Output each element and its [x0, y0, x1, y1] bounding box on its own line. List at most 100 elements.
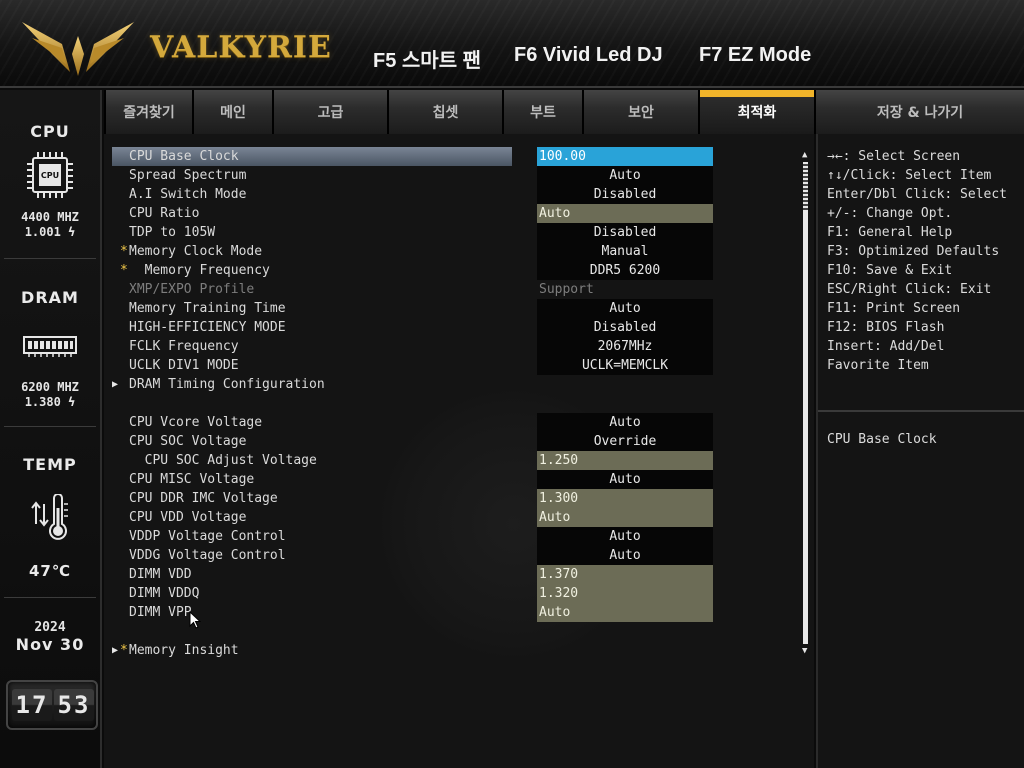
tab-security[interactable]: 보안	[582, 90, 698, 134]
setting-value[interactable]: 1.370	[537, 565, 713, 584]
help-key-line: F1: General Help	[827, 225, 953, 240]
setting-label-text: CPU Base Clock	[129, 149, 239, 164]
modified-star-icon: *	[120, 643, 128, 658]
setting-label-text: CPU Vcore Voltage	[129, 415, 263, 430]
dram-voltage: 1.380 ϟ	[24, 395, 76, 409]
valkyrie-wing-logo-icon	[22, 22, 134, 76]
scrollbar-track[interactable]	[803, 162, 808, 644]
setting-value[interactable]: Auto	[537, 508, 713, 527]
tab-chipset[interactable]: 칩셋	[387, 90, 502, 134]
setting-value[interactable]: Auto	[537, 527, 713, 546]
settings-panel: CPU Base Clock 100.00 Spread Spectrum Auto A…	[104, 134, 814, 768]
help-key-line: F10: Save & Exit	[827, 263, 953, 278]
scroll-down-arrow-icon[interactable]: ▼	[802, 646, 807, 656]
setting-row[interactable]: CPU SOC Adjust Voltage 1.250	[112, 451, 713, 470]
setting-label: Spread Spectrum	[112, 166, 512, 185]
header: VALKYRIE F5 스마트 팬 F6 Vivid Led DJ F7 EZ …	[0, 0, 1024, 88]
setting-value[interactable]: Auto	[537, 470, 713, 489]
setting-value[interactable]: UCLK=MEMCLK	[537, 356, 713, 375]
setting-label: * Memory Clock Mode	[112, 242, 512, 261]
tab-optimization[interactable]: 최적화	[698, 90, 814, 134]
tab-main[interactable]: 메인	[192, 90, 272, 134]
setting-value[interactable]: 1.300	[537, 489, 713, 508]
help-key-line: ESC/Right Click: Exit	[827, 282, 992, 297]
help-panel: →←: Select Screen ↑↓/Click: Select Item En…	[816, 134, 1024, 768]
setting-value[interactable]: Override	[537, 432, 713, 451]
setting-row[interactable]: CPU Base Clock 100.00	[112, 147, 713, 166]
setting-row[interactable]: ▶ DRAM Timing Configuration	[112, 375, 712, 394]
setting-row[interactable]: * Memory Clock Mode Manual	[112, 242, 713, 261]
setting-row[interactable]: FCLK Frequency 2067MHz	[112, 337, 713, 356]
setting-row[interactable]: Spread Spectrum Auto	[112, 166, 713, 185]
setting-value[interactable]: Disabled	[537, 318, 713, 337]
setting-row[interactable]: Memory Training Time Auto	[112, 299, 713, 318]
sidebar-divider	[4, 597, 96, 598]
scrollbar-thumb[interactable]	[803, 162, 808, 644]
setting-value[interactable]: 1.320	[537, 584, 713, 603]
setting-label-text: CPU DDR IMC Voltage	[129, 491, 278, 506]
help-key-line: →←: Select Screen	[827, 149, 961, 164]
setting-label: Memory Training Time	[112, 299, 512, 318]
setting-row[interactable]: DIMM VDD 1.370	[112, 565, 713, 584]
setting-value[interactable]: Auto	[537, 299, 713, 318]
help-key-line: Favorite Item	[827, 358, 929, 373]
setting-row[interactable]: VDDP Voltage Control Auto	[112, 527, 713, 546]
tab-boot[interactable]: 부트	[502, 90, 582, 134]
setting-value[interactable]: Disabled	[537, 223, 713, 242]
smart-fan-hotkey[interactable]: F5 스마트 팬	[373, 44, 481, 73]
setting-row[interactable]: UCLK DIV1 MODE UCLK=MEMCLK	[112, 356, 713, 375]
setting-value[interactable]: 1.250	[537, 451, 713, 470]
setting-row[interactable]: ▶ * Memory Insight	[112, 641, 712, 660]
setting-label-text: DIMM VPP	[129, 605, 192, 620]
setting-value[interactable]: 2067MHz	[537, 337, 713, 356]
setting-row[interactable]: TDP to 105W Disabled	[112, 223, 713, 242]
tab-favorites[interactable]: 즐겨찾기	[104, 90, 192, 134]
setting-value[interactable]: Auto	[537, 413, 713, 432]
cpu-chip-label: CPU	[41, 171, 59, 180]
setting-row[interactable]: DIMM VPP Auto	[112, 603, 713, 622]
setting-label-text: VDDG Voltage Control	[129, 548, 286, 563]
setting-value[interactable]: Auto	[537, 546, 713, 565]
temp-value: 47℃	[28, 562, 72, 580]
setting-value[interactable]: DDR5 6200	[537, 261, 713, 280]
setting-label-text: HIGH-EFFICIENCY MODE	[129, 320, 286, 335]
setting-value[interactable]: Auto	[537, 603, 713, 622]
setting-value[interactable]: Auto	[537, 166, 713, 185]
setting-row[interactable]: CPU VDD Voltage Auto	[112, 508, 713, 527]
settings-scrollbar[interactable]: ▲ ▼	[802, 150, 810, 660]
setting-label-text: Memory Insight	[129, 643, 239, 658]
setting-row[interactable]: VDDG Voltage Control Auto	[112, 546, 713, 565]
clock-hours: 17	[12, 689, 52, 721]
setting-value[interactable]: 100.00	[537, 147, 713, 166]
setting-label: CPU SOC Adjust Voltage	[112, 451, 512, 470]
setting-value[interactable]: Auto	[537, 204, 713, 223]
setting-value: Support	[539, 282, 594, 297]
setting-row[interactable]: CPU MISC Voltage Auto	[112, 470, 713, 489]
setting-value[interactable]: Manual	[537, 242, 713, 261]
setting-row[interactable]: A.I Switch Mode Disabled	[112, 185, 713, 204]
ez-mode-hotkey[interactable]: F7 EZ Mode	[699, 44, 811, 67]
setting-label: VDDG Voltage Control	[112, 546, 512, 565]
setting-label: CPU SOC Voltage	[112, 432, 512, 451]
help-key-line: Insert: Add/Del	[827, 339, 945, 354]
help-key-line: ↑↓/Click: Select Item	[827, 168, 992, 183]
tab-save-exit[interactable]: 저장 & 나가기	[814, 90, 1024, 134]
item-description: CPU Base Clock	[827, 432, 937, 447]
brand-logo-text: VALKYRIE	[150, 30, 332, 65]
setting-label: DIMM VPP	[112, 603, 512, 622]
setting-row[interactable]: CPU Ratio Auto	[112, 204, 713, 223]
setting-row[interactable]: CPU DDR IMC Voltage 1.300	[112, 489, 713, 508]
vivid-led-dj-hotkey[interactable]: F6 Vivid Led DJ	[514, 44, 663, 67]
tab-advanced[interactable]: 고급	[272, 90, 387, 134]
setting-row[interactable]: DIMM VDDQ 1.320	[112, 584, 713, 603]
setting-label-text: XMP/EXPO Profile	[129, 282, 255, 297]
setting-row[interactable]: CPU SOC Voltage Override	[112, 432, 713, 451]
scroll-up-arrow-icon[interactable]: ▲	[802, 150, 807, 160]
setting-value[interactable]: Disabled	[537, 185, 713, 204]
cpu-title: CPU	[30, 122, 70, 141]
setting-row[interactable]: HIGH-EFFICIENCY MODE Disabled	[112, 318, 713, 337]
setting-label-text: CPU VDD Voltage	[129, 510, 247, 525]
setting-row[interactable]: CPU Vcore Voltage Auto	[112, 413, 713, 432]
setting-row[interactable]: * Memory Frequency DDR5 6200	[112, 261, 713, 280]
setting-label-text: Memory Clock Mode	[129, 244, 263, 259]
